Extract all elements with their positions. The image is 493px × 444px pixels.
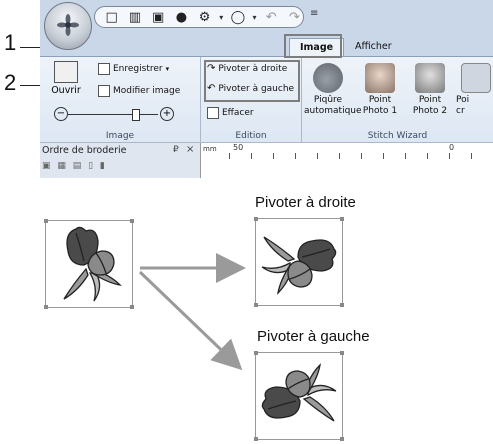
pin-icon[interactable]: ₽ xyxy=(173,145,179,155)
portrait-gray-icon xyxy=(415,63,445,93)
save-image-icon xyxy=(98,63,110,75)
tulip-rotated-left-icon xyxy=(261,363,337,422)
erase-button[interactable]: Effacer xyxy=(207,107,254,119)
erase-icon xyxy=(207,107,219,119)
panel-title: Ordre de broderie xyxy=(42,145,127,156)
circle-tool-icon[interactable]: ◯ xyxy=(229,9,246,25)
open-folder-icon[interactable]: ▥ xyxy=(126,9,143,25)
apple-icon xyxy=(313,63,343,93)
callout-2: 2 xyxy=(4,70,17,95)
photo-stitch-1-label-1: Point xyxy=(368,95,392,105)
transparency-slider[interactable]: − + xyxy=(54,107,174,121)
cross-stitch-label-1: Poi xyxy=(456,95,470,105)
chevron-down-icon[interactable]: ▾ xyxy=(219,13,223,22)
cross-stitch-button[interactable]: Poi cr xyxy=(456,63,493,117)
slider-thumb[interactable] xyxy=(132,109,140,121)
tab-afficher[interactable]: Afficher xyxy=(345,38,402,56)
redo-icon[interactable]: ↷ xyxy=(286,9,303,25)
callout-1: 1 xyxy=(4,30,17,55)
callout-frame-rotate-buttons xyxy=(204,60,300,102)
photo-stitch-1-label-2: Photo 1 xyxy=(362,106,398,116)
arrow-to-rotate-left xyxy=(138,270,243,371)
ruler-label-50: 50 xyxy=(233,143,244,152)
chevron-down-icon[interactable]: ▾ xyxy=(253,13,257,22)
open-button[interactable]: Ouvrir xyxy=(48,61,84,96)
cross-stitch-icon xyxy=(461,63,491,93)
save-image-label: Enregistrer xyxy=(113,64,163,74)
photo-stitch-1-button[interactable]: Point Photo 1 xyxy=(356,63,404,117)
caption-rotate-left: Pivoter à gauche xyxy=(257,328,370,345)
quick-access-toolbar: □ ▥ ▣ ● ⚙ ▾ ◯ ▾ ↶ ↷ xyxy=(94,6,304,28)
embroidery-order-panel: Ordre de broderie ₽ × ▣ ▦ ▤ ▯ ▮ mm 50 0 xyxy=(40,142,493,178)
ruler-ticks xyxy=(229,153,493,159)
auto-punch-label-2: automatique xyxy=(304,106,362,116)
record-circle-icon[interactable]: ● xyxy=(173,9,190,25)
save-disk-icon[interactable]: ▣ xyxy=(150,9,167,25)
photo-stitch-2-button[interactable]: Point Photo 2 xyxy=(406,63,454,117)
save-image-button[interactable]: Enregistrer ▾ xyxy=(98,63,169,75)
rotated-right-design xyxy=(254,217,344,307)
photo-stitch-2-label-2: Photo 2 xyxy=(412,106,448,116)
ribbon-tab-row xyxy=(40,36,493,56)
erase-label: Effacer xyxy=(222,108,254,118)
flower-logo-icon xyxy=(57,14,79,36)
auto-punch-label-1: Piqûre xyxy=(313,95,343,105)
group-image: Ouvrir Enregistrer ▾ Modifier image − + … xyxy=(40,57,201,143)
group-label-stitch-wizard: Stitch Wizard xyxy=(367,131,428,141)
caption-rotate-right: Pivoter à droite xyxy=(255,194,356,211)
original-design xyxy=(44,219,134,309)
app-window: □ ▥ ▣ ● ⚙ ▾ ◯ ▾ ↶ ↷ ≡ Image Afficher Ouv… xyxy=(40,0,493,178)
minus-icon[interactable]: − xyxy=(54,107,68,121)
customize-qat-icon[interactable]: ≡ xyxy=(310,8,318,19)
plus-icon[interactable]: + xyxy=(160,107,174,121)
cross-stitch-label-2: cr xyxy=(456,106,465,116)
new-file-icon[interactable]: □ xyxy=(103,9,120,25)
tulip-rotated-right-icon xyxy=(261,236,337,295)
modify-image-icon xyxy=(98,85,110,97)
portrait-icon xyxy=(365,63,395,93)
gear-sun-icon[interactable]: ⚙ xyxy=(196,9,213,25)
tulip-icon xyxy=(63,226,122,302)
close-icon[interactable]: × xyxy=(186,144,194,155)
undo-icon[interactable]: ↶ xyxy=(263,9,280,25)
chevron-down-icon: ▾ xyxy=(165,65,170,73)
auto-punch-button[interactable]: Piqûre automatique xyxy=(304,63,362,117)
callout-frame-image-tab xyxy=(284,34,342,58)
panel-toolbar-icons[interactable]: ▣ ▦ ▤ ▯ ▮ xyxy=(42,161,107,171)
modify-image-label: Modifier image xyxy=(113,86,181,96)
open-image-icon xyxy=(54,61,78,83)
modify-image-button[interactable]: Modifier image xyxy=(98,85,180,97)
ruler-label-0: 0 xyxy=(449,143,455,152)
slider-track xyxy=(68,114,158,115)
rotated-left-design xyxy=(254,351,344,441)
open-label: Ouvrir xyxy=(51,85,81,96)
group-label-edition: Edition xyxy=(235,131,267,141)
application-button[interactable] xyxy=(44,2,92,50)
photo-stitch-2-label-1: Point xyxy=(418,95,442,105)
ruler-unit: mm xyxy=(203,145,217,153)
horizontal-ruler: mm 50 0 xyxy=(200,143,493,178)
group-stitch-wizard: Piqûre automatique Point Photo 1 Point P… xyxy=(302,57,493,143)
group-label-image: Image xyxy=(105,131,135,141)
